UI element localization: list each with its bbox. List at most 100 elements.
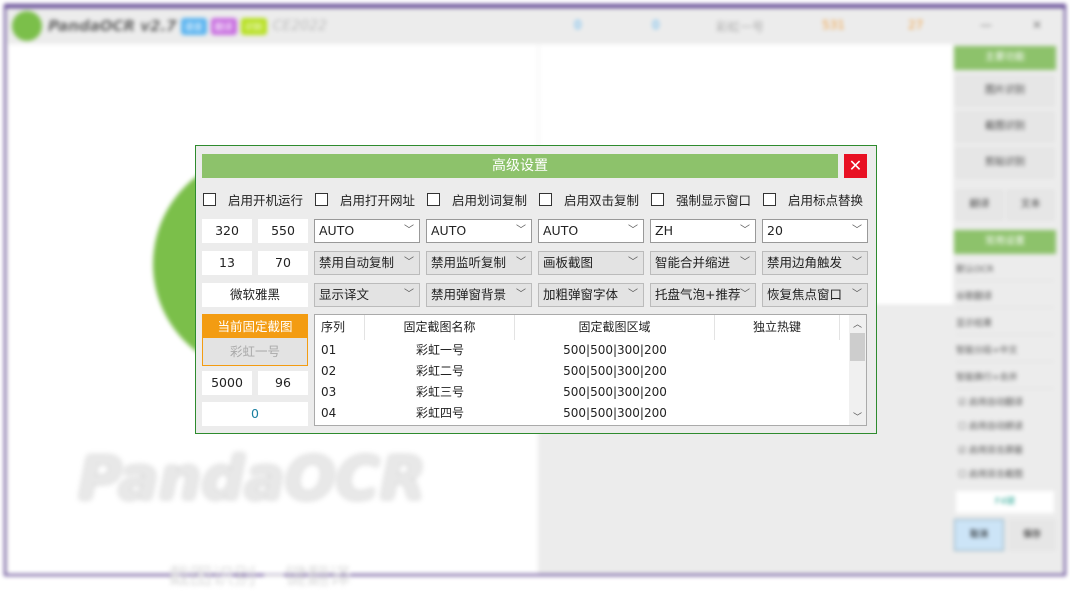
current-fixed-screenshot-box: 当前固定截图 彩虹一号 [202, 314, 308, 366]
select-source-lang[interactable]: AUTO ﹀ [314, 219, 420, 243]
scroll-up-icon[interactable]: ︿ [849, 317, 866, 330]
text-button[interactable]: 文本 [1007, 190, 1054, 220]
punctuation-replace-checkbox[interactable]: 启用标点替换 [763, 190, 863, 209]
linebreak-select[interactable]: 智能换行+合并 [956, 367, 1054, 389]
translate-button[interactable]: 翻译 [956, 190, 1003, 220]
column-header-index[interactable]: 序列 [315, 315, 365, 340]
chevron-down-icon: ﹀ [404, 289, 414, 300]
double-click-block-checkbox[interactable]: ☑ 启用双击屏蔽 [958, 443, 1052, 461]
select-show-translation[interactable]: 显示译文 ﹀ [314, 283, 420, 307]
select-value: 托盘气泡+推荐 [655, 287, 741, 302]
delay-input[interactable]: 5000 [202, 371, 252, 395]
select-copy-checkbox[interactable]: 启用划词复制 [427, 190, 527, 209]
select-ui-lang[interactable]: ZH ﹀ [650, 219, 756, 243]
chevron-down-icon: ﹀ [740, 225, 750, 236]
stat-1: 0 [574, 18, 582, 32]
save-button[interactable]: 保存 [1008, 519, 1056, 551]
ocr-engine-select[interactable]: 默认OCR [956, 259, 1054, 281]
chevron-down-icon: ﹀ [852, 289, 862, 300]
dialog-title: 高级设置 [202, 154, 838, 178]
fixed-screenshot-table: 序列 固定截图名称 固定截图区域 独立热键 01 彩虹一号 500|500|300|… [314, 314, 867, 426]
font-size-input[interactable]: 13 [202, 251, 252, 275]
paragraph-select[interactable]: 智能分段+中文 [956, 340, 1054, 362]
current-fixed-value-button[interactable]: 彩虹一号 [203, 338, 307, 365]
column-header-region[interactable]: 固定截图区域 [515, 315, 715, 340]
clipboard-ocr-button[interactable]: 剪贴识别 [956, 148, 1054, 178]
auto-translate-checkbox[interactable]: ☑ 启用自动翻译 [958, 395, 1052, 413]
open-url-checkbox[interactable]: 启用打开网址 [315, 190, 415, 209]
select-number[interactable]: 20 ﹀ [762, 219, 868, 243]
badge-voice[interactable]: 语音 [180, 17, 207, 35]
height-input[interactable]: 550 [258, 219, 308, 243]
select-popup-font[interactable]: 加粗弹窗字体 ﹀ [538, 283, 644, 307]
close-window-button[interactable]: ✕ [1032, 18, 1042, 32]
startup-checkbox[interactable]: 启用开机运行 [203, 190, 303, 209]
table-row[interactable]: 02 彩虹二号 500|500|300|200 [315, 361, 866, 382]
cancel-button[interactable]: 取消 [954, 519, 1004, 551]
cell-region: 500|500|300|200 [563, 406, 667, 420]
current-fixed-label: 当前固定截图 [217, 319, 293, 334]
cell-index: 03 [321, 385, 337, 399]
cell-hotkey [715, 403, 840, 424]
translate-engine-select[interactable]: 谷歌翻译 [956, 286, 1054, 308]
sidebar-header-settings: 常用设置 [954, 230, 1056, 254]
width-input[interactable]: 320 [202, 219, 252, 243]
select-value: 禁用边角触发 [767, 255, 843, 270]
stat-2: 0 [652, 18, 660, 32]
force-show-window-checkbox[interactable]: 强制显示窗口 [651, 190, 751, 209]
hotkey-field[interactable]: F4键 [956, 491, 1054, 513]
select-auto-copy[interactable]: 禁用自动复制 ﹀ [314, 251, 420, 275]
checkbox-box[interactable] [763, 193, 776, 206]
checkbox-box[interactable] [315, 193, 328, 206]
chevron-down-icon: ﹀ [404, 257, 414, 268]
table-row[interactable]: 01 彩虹一号 500|500|300|200 [315, 340, 866, 361]
checkbox-box[interactable] [539, 193, 552, 206]
cell-region: 500|500|300|200 [563, 364, 667, 378]
opacity-input[interactable]: 70 [258, 251, 308, 275]
minimize-button[interactable]: — [980, 18, 992, 32]
double-click-copy-checkbox[interactable]: 启用双击复制 [539, 190, 639, 209]
image-ocr-button[interactable]: 图片识别 [956, 76, 1054, 106]
table-row[interactable]: 04 彩虹四号 500|500|300|200 [315, 403, 866, 424]
double-click-screenshot-checkbox[interactable]: ☐ 启用双击截图 [958, 467, 1052, 485]
select-merge-indent[interactable]: 智能合并缩进 ﹀ [650, 251, 756, 275]
select-value: 画板截图 [543, 255, 594, 270]
column-header-hotkey[interactable]: 独立热键 [715, 315, 840, 340]
sidebar-header-main: 主要功能 [954, 46, 1056, 70]
chevron-down-icon: ﹀ [628, 225, 638, 236]
badge-translate[interactable]: 翻译 [210, 17, 237, 35]
dialog-close-button[interactable]: ✕ [844, 154, 867, 178]
checkbox-box[interactable] [427, 193, 440, 206]
table-row[interactable]: 03 彩虹三号 500|500|300|200 [315, 382, 866, 403]
select-value: 禁用弹窗背景 [431, 287, 507, 302]
select-ocr-lang[interactable]: AUTO ﹀ [538, 219, 644, 243]
column-header-name[interactable]: 固定截图名称 [365, 315, 515, 340]
checkbox-box[interactable] [203, 193, 216, 206]
select-restore-focus[interactable]: 恢复焦点窗口 ﹀ [762, 283, 868, 307]
scrollbar-thumb[interactable] [850, 333, 865, 361]
select-target-lang[interactable]: AUTO ﹀ [426, 219, 532, 243]
select-screenshot-mode[interactable]: 画板截图 ﹀ [538, 251, 644, 275]
auto-read-checkbox[interactable]: ☐ 启用自动朗读 [958, 419, 1052, 437]
scroll-down-icon[interactable]: ﹀ [849, 410, 866, 423]
counter-input[interactable]: 0 [202, 402, 308, 426]
chevron-down-icon: ﹀ [516, 289, 526, 300]
app-title: PandaOCR v2.7 [48, 17, 177, 35]
table-header: 序列 固定截图名称 固定截图区域 独立热键 [315, 315, 866, 340]
select-popup-background[interactable]: 禁用弹窗背景 ﹀ [426, 283, 532, 307]
select-monitor-copy[interactable]: 禁用监听复制 ﹀ [426, 251, 532, 275]
badge-ocr[interactable]: 识别 [240, 17, 267, 35]
checkbox-label: 启用双击截图 [968, 470, 1023, 480]
sidebar: 主要功能 图片识别 截图识别 剪贴识别 翻译 文本 常用设置 默认OCR 谷歌翻… [950, 42, 1060, 557]
cell-region: 500|500|300|200 [563, 385, 667, 399]
display-select[interactable]: 显示结果 [956, 313, 1054, 335]
screenshot-ocr-button[interactable]: 截图识别 [956, 112, 1054, 142]
dpi-input[interactable]: 96 [258, 371, 308, 395]
chevron-down-icon: ﹀ [628, 289, 638, 300]
select-tray-bubble[interactable]: 托盘气泡+推荐 ﹀ [650, 283, 756, 307]
table-scrollbar[interactable]: ︿ ﹀ [849, 315, 866, 425]
checkbox-box[interactable] [651, 193, 664, 206]
chevron-down-icon: ﹀ [516, 257, 526, 268]
select-corner-trigger[interactable]: 禁用边角触发 ﹀ [762, 251, 868, 275]
font-input[interactable]: 微软雅黑 [202, 283, 308, 307]
